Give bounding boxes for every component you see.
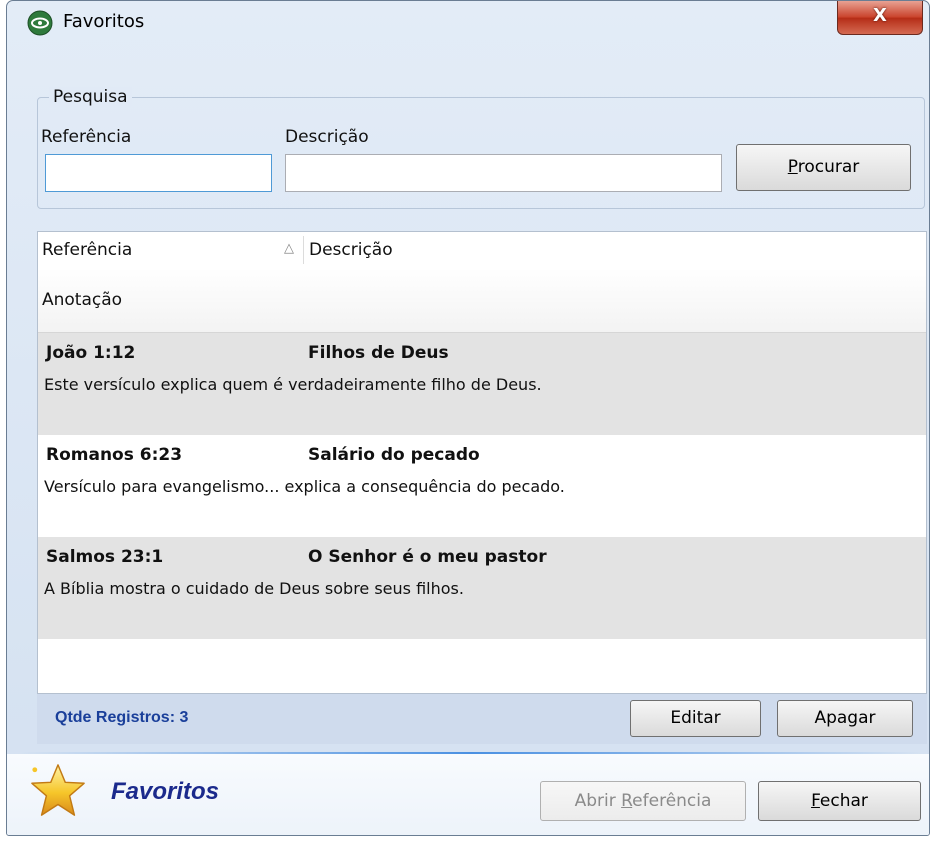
annotation-subheader: Anotação: [38, 268, 926, 333]
row-annotation: A Bíblia mostra o cuidado de Deus sobre …: [44, 579, 464, 598]
record-count: Qtde Registros: 3: [55, 709, 189, 726]
grid-header: Referência △ Descrição: [38, 232, 926, 269]
brand-title: Favoritos: [111, 778, 220, 805]
description-label: Descrição: [285, 127, 369, 147]
close-label: echar: [819, 791, 868, 811]
open-reference-label-post: eferência: [632, 791, 712, 811]
close-button[interactable]: Fechar: [758, 781, 921, 821]
description-search-input[interactable]: [285, 154, 722, 192]
title-bar[interactable]: Favoritos X: [7, 1, 929, 36]
row-description: Filhos de Deus: [308, 343, 449, 363]
search-button-label: rocurar: [797, 157, 860, 177]
open-reference-button[interactable]: Abrir Referência: [540, 781, 746, 821]
column-header-description[interactable]: Descrição: [309, 240, 393, 260]
sort-ascending-icon: △: [284, 241, 294, 256]
favorites-grid[interactable]: Referência △ Descrição Anotação João 1:1…: [37, 231, 927, 694]
table-row[interactable]: Salmos 23:1 O Senhor é o meu pastor A Bí…: [38, 537, 926, 639]
close-mnemonic: F: [811, 791, 820, 811]
search-button-mnemonic: P: [787, 157, 798, 177]
table-row[interactable]: Romanos 6:23 Salário do pecado Versículo…: [38, 435, 926, 537]
row-reference: Romanos 6:23: [46, 445, 183, 465]
delete-button[interactable]: Apagar: [777, 700, 913, 737]
search-button[interactable]: Procurar: [736, 144, 911, 191]
star-icon: [31, 764, 85, 816]
reference-label: Referência: [41, 127, 132, 147]
reference-search-input[interactable]: [45, 154, 272, 192]
favoritos-window: Favoritos X Pesquisa Referência Descriçã…: [6, 0, 930, 836]
grid-footer: Qtde Registros: 3 Editar Apagar: [37, 694, 927, 744]
row-description: Salário do pecado: [308, 445, 480, 465]
search-group-legend: Pesquisa: [49, 87, 132, 107]
app-eye-icon: [27, 10, 53, 36]
bottom-panel: Favoritos Abrir Referência Fechar: [7, 754, 929, 835]
open-reference-label-pre: Abrir: [574, 791, 622, 811]
close-window-button[interactable]: X: [837, 1, 923, 35]
row-description: O Senhor é o meu pastor: [308, 547, 547, 567]
window-title: Favoritos: [63, 11, 145, 32]
column-separator[interactable]: [303, 236, 304, 264]
column-header-reference[interactable]: Referência: [42, 240, 132, 260]
row-annotation: Este versículo explica quem é verdadeira…: [44, 375, 542, 394]
edit-button[interactable]: Editar: [630, 700, 761, 737]
row-annotation: Versículo para evangelismo... explica a …: [44, 477, 565, 496]
annotation-header: Anotação: [42, 290, 123, 310]
row-reference: Salmos 23:1: [46, 547, 164, 567]
row-reference: João 1:12: [46, 343, 136, 363]
table-row[interactable]: João 1:12 Filhos de Deus Este versículo …: [38, 333, 926, 435]
open-reference-mnemonic: R: [621, 791, 633, 811]
